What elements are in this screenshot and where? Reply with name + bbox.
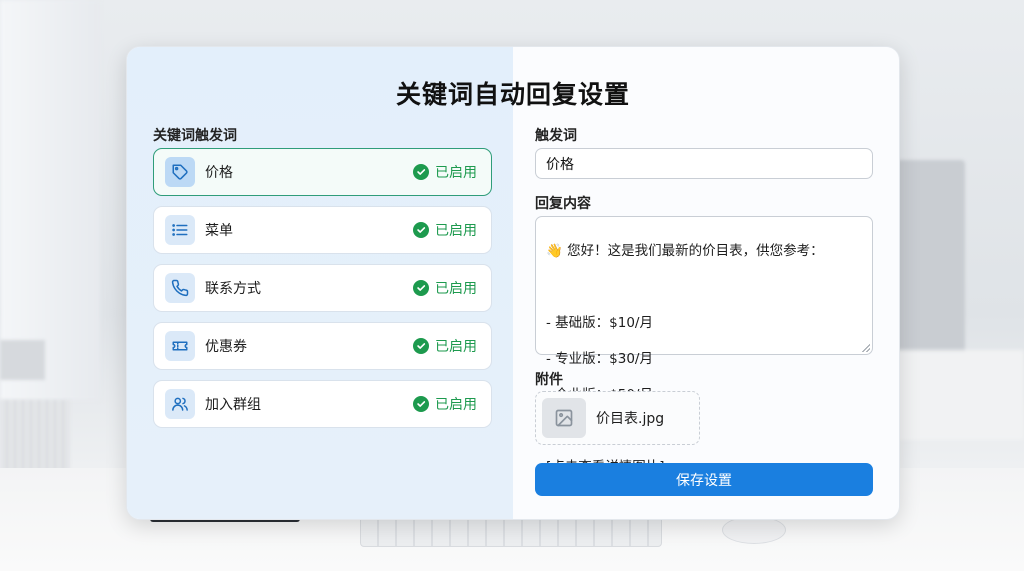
page-title: 关键词自动回复设置 [395, 80, 630, 109]
settings-panel: 关键词自动回复设置 关键词触发词 价格 已启用 菜单 已启用 联系方式 已启用 … [126, 46, 900, 520]
status-badge: 已启用 [413, 220, 477, 240]
background-shelf [895, 350, 1024, 440]
status-text: 已启用 [435, 223, 477, 239]
status-badge: 已启用 [413, 394, 477, 414]
keyword-item-coupon[interactable]: 优惠券 已启用 [153, 322, 492, 370]
status-text: 已启用 [435, 165, 477, 181]
attachment-card[interactable]: 价目表.jpg [535, 391, 700, 445]
reply-line: ​ [546, 278, 862, 296]
image-icon [542, 398, 586, 438]
background-mouse [722, 516, 786, 544]
keyword-label: 联系方式 [205, 281, 261, 297]
keyword-item-menu[interactable]: 菜单 已启用 [153, 206, 492, 254]
background-monitor [895, 160, 965, 375]
keyword-section-label: 关键词触发词 [153, 128, 237, 144]
keyword-list: 价格 已启用 菜单 已启用 联系方式 已启用 优惠券 已启用 加入群组 已启用 [153, 148, 492, 438]
check-circle-icon [413, 164, 429, 180]
status-text: 已启用 [435, 339, 477, 355]
reply-content-label: 回复内容 [535, 196, 591, 212]
trigger-word-label: 触发词 [535, 128, 577, 144]
keyword-label: 菜单 [205, 223, 233, 239]
reply-line: - 专业版：$30/月 [546, 351, 653, 367]
keyword-item-contact[interactable]: 联系方式 已启用 [153, 264, 492, 312]
status-badge: 已启用 [413, 278, 477, 298]
attachment-label: 附件 [535, 372, 563, 388]
check-circle-icon [413, 396, 429, 412]
list-icon [165, 215, 195, 245]
save-settings-button[interactable]: 保存设置 [535, 463, 873, 496]
keyword-item-price[interactable]: 价格 已启用 [153, 148, 492, 196]
background-books [0, 340, 45, 380]
status-text: 已启用 [435, 281, 477, 297]
status-text: 已启用 [435, 397, 477, 413]
reply-content-textarea[interactable]: 👋 您好！这是我们最新的价目表，供您参考： ​ - 基础版：$10/月 - 专业… [535, 216, 873, 475]
resize-handle[interactable] [862, 344, 870, 352]
check-circle-icon [413, 338, 429, 354]
status-badge: 已启用 [413, 336, 477, 356]
phone-icon [165, 273, 195, 303]
check-circle-icon [413, 222, 429, 238]
trigger-word-input[interactable] [535, 148, 873, 179]
keyword-label: 加入群组 [205, 397, 261, 413]
attachment-file-name: 价目表.jpg [596, 411, 665, 427]
check-circle-icon [413, 280, 429, 296]
ticket-icon [165, 331, 195, 361]
reply-line: 👋 您好！这是我们最新的价目表，供您参考： [546, 243, 824, 259]
keyword-item-join-group[interactable]: 加入群组 已启用 [153, 380, 492, 428]
status-badge: 已启用 [413, 162, 477, 182]
reply-line: - 基础版：$10/月 [546, 315, 653, 331]
keyword-label: 优惠券 [205, 339, 247, 355]
users-icon [165, 389, 195, 419]
keyword-label: 价格 [205, 165, 233, 181]
tag-icon [165, 157, 195, 187]
